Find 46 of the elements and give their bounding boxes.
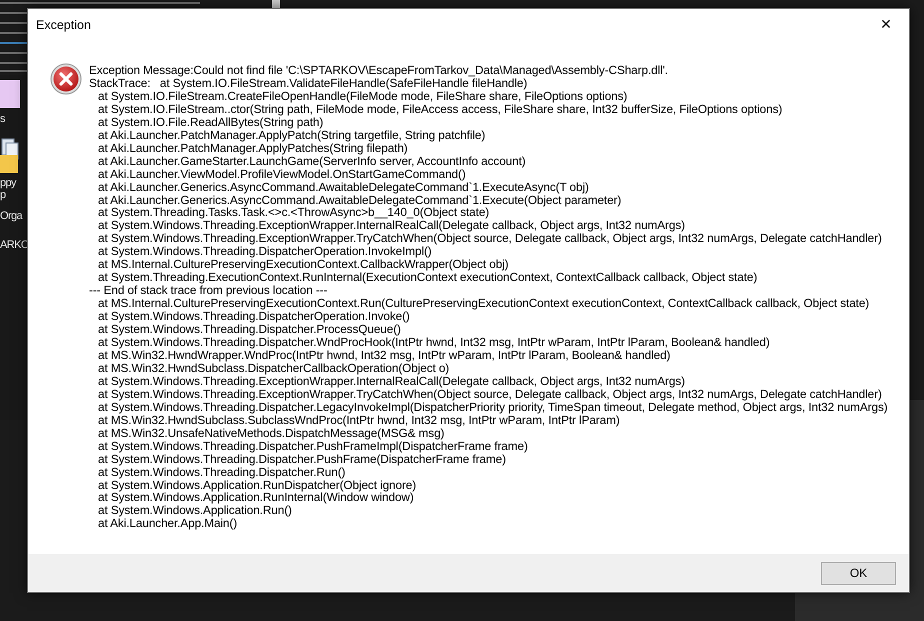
stack-trace-line: at System.Windows.Threading.Dispatcher.Run() xyxy=(97,466,346,478)
stack-trace-line: at System.Windows.Threading.Dispatcher.WndProcHook(IntPtr hwnd, Int32 msg, IntPtr wParam, IntPtr lParam, Boolean& handled) xyxy=(97,336,771,349)
stack-trace-line: at MS.Internal.CulturePreservingExecutionContext.CallbackWrapper(Object obj) xyxy=(97,258,510,272)
stack-trace-line: at Aki.Launcher.Generics.AsyncCommand.AwaitableDelegateCommand`1.Execute(Object parameter) xyxy=(97,194,622,206)
close-button[interactable]: ✕ xyxy=(863,10,909,40)
stack-trace-line: at Aki.Launcher.PatchManager.ApplyPatches(String filepath) xyxy=(97,142,408,155)
stack-trace-line: at Aki.Launcher.App.Main() xyxy=(97,517,238,530)
stack-trace-line: at System.Windows.Application.RunDispatcher(Object ignore) xyxy=(97,478,418,492)
stack-trace-line: at System.Windows.Threading.ExceptionWrapper.InternalRealCall(Delegate callback, Object args, Int32 numArgs) xyxy=(97,374,686,388)
stack-trace-line: at System.Windows.Threading.DispatcherOperation.Invoke() xyxy=(97,310,410,324)
stack-trace-line: at Aki.Launcher.PatchManager.ApplyPatch(String targetfile, String patchfile) xyxy=(97,128,486,142)
stack-trace-line: at System.Windows.Threading.ExceptionWrapper.InternalRealCall(Delegate callback, Object args, Int32 numArgs) xyxy=(97,219,686,232)
ok-button[interactable]: OK xyxy=(821,562,896,584)
stack-trace-line: at MS.Win32.UnsafeNativeMethods.DispatchMessage(MSG& msg) xyxy=(97,426,444,440)
stack-trace-line: at System.Windows.Threading.ExceptionWrapper.TryCatchWhen(Object source, Delegate callback, Object args, Int32 numArgs, Delegate catchHandler) xyxy=(97,232,883,246)
stack-trace-line: at Aki.Launcher.Generics.AsyncCommand.AwaitableDelegateCommand`1.ExecuteAsync(T obj) xyxy=(97,180,590,194)
stack-trace-line: at MS.Win32.HwndSubclass.DispatcherCallbackOperation(Object o) xyxy=(97,362,450,375)
stack-trace-line: StackTrace: at System.IO.FileStream.ValidateFileHandle(SafeFileHandle fileHandle) xyxy=(89,76,528,90)
stack-trace-line: at System.Windows.Threading.ExceptionWrapper.TryCatchWhen(Object source, Delegate callback, Object args, Int32 numArgs, Delegate catchHandler) xyxy=(97,388,883,401)
explorer-label: Orga xyxy=(0,210,22,222)
stack-trace-line: at System.IO.File.ReadAllBytes(String path) xyxy=(97,116,324,129)
window-title: Exception xyxy=(36,18,91,32)
stack-trace-line: --- End of stack trace from previous location --- xyxy=(89,284,328,298)
stack-trace-line: Exception Message:Could not find file 'C:\SPTARKOV\EscapeFromTarkov_Data\Managed\Assembly-CSharp.dll'. xyxy=(89,64,669,77)
stack-trace-line: at System.Windows.Threading.Dispatcher.LegacyInvokeImpl(DispatcherPriority priority, TimeSpan timeout, Delegate method, Object args, Int32 numArgs) xyxy=(97,400,888,414)
window-edge xyxy=(272,0,280,8)
stack-trace-line: at System.Windows.Threading.DispatcherOperation.InvokeImpl() xyxy=(97,245,432,258)
stack-trace-line: at System.Windows.Application.Run() xyxy=(97,504,292,518)
stack-trace-line: at System.Windows.Application.RunInternal(Window window) xyxy=(97,491,414,504)
stack-trace-line: at MS.Internal.CulturePreservingExecutionContext.Run(CulturePreservingExecutionContext executionContext, ContextCallback callback, Object state) xyxy=(97,297,870,310)
explorer-label: s xyxy=(0,113,5,125)
stack-trace-line: at System.Threading.ExecutionContext.RunInternal(ExecutionContext executionContext, ContextCallback callback, Object state) xyxy=(97,271,758,284)
explorer-label: ppy xyxy=(0,177,16,189)
error-icon xyxy=(50,63,82,95)
stack-trace-line: at Aki.Launcher.ViewModel.ProfileViewModel.OnStartGameCommand() xyxy=(97,168,467,181)
selected-tile xyxy=(0,80,20,108)
stack-trace-line: at System.IO.FileStream.CreateFileOpenHandle(FileMode mode, FileShare share, FileOptions options) xyxy=(97,90,628,103)
stack-trace-line: at MS.Win32.HwndWrapper.WndProc(IntPtr hwnd, Int32 msg, IntPtr wParam, IntPtr lParam, Boolean& handled) xyxy=(97,348,672,362)
stack-trace-line: at System.IO.FileStream..ctor(String path, FileMode mode, FileAccess access, FileShare share, Int32 bufferSize, FileOptions options) xyxy=(97,102,784,116)
explorer-label: p xyxy=(0,189,6,201)
stack-trace-line: at MS.Win32.HwndSubclass.SubclassWndProc(IntPtr hwnd, Int32 msg, IntPtr wParam, IntPtr lParam) xyxy=(97,414,621,427)
stack-trace-line: at System.Windows.Threading.Dispatcher.PushFrame(DispatcherFrame frame) xyxy=(97,452,506,466)
stack-trace-line: at System.Threading.Tasks.Task.<>c.<ThrowAsync>b__140_0(Object state) xyxy=(97,206,490,220)
stack-trace-line: at Aki.Launcher.GameStarter.LaunchGame(ServerInfo server, AccountInfo account) xyxy=(97,154,527,168)
stack-trace-line: at System.Windows.Threading.Dispatcher.ProcessQueue() xyxy=(97,323,401,336)
stack-trace-line: at System.Windows.Threading.Dispatcher.PushFrameImpl(DispatcherFrame frame) xyxy=(97,440,529,453)
